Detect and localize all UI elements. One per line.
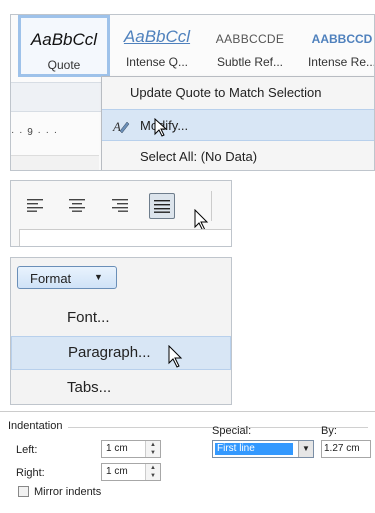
indentation-title: Indentation [8, 420, 63, 432]
align-left-icon [27, 199, 43, 212]
style-sample: AaBbCcl [30, 30, 98, 49]
menu-item-label: Update Quote to Match Selection [130, 85, 322, 100]
menu-item-tabs[interactable]: Tabs... [11, 372, 231, 404]
right-indent-value: 1 cm [106, 466, 128, 477]
style-sample: AABBCCDE [215, 32, 285, 46]
right-indent-spinner[interactable]: 1 cm ▲ ▼ [101, 463, 161, 481]
ruler: · · 9 · · · [11, 127, 59, 138]
left-indent-value: 1 cm [106, 443, 128, 454]
menu-item-label: Font... [67, 309, 110, 326]
special-value: First line [215, 443, 293, 455]
style-intense-quote[interactable]: AaBbCcl Intense Q... [114, 15, 200, 77]
left-indent-spinner[interactable]: 1 cm ▲ ▼ [101, 440, 161, 458]
menu-item-label: Tabs... [67, 379, 112, 396]
style-name: Subtle Ref... [216, 55, 284, 69]
by-label: By: [321, 425, 337, 437]
style-name: Intense Q... [125, 55, 189, 69]
alignment-panel [10, 180, 232, 247]
chevron-down-icon[interactable]: ▼ [298, 441, 313, 457]
spinner-arrows-icon[interactable]: ▲ ▼ [145, 441, 160, 457]
style-sample: AaBbCcl [123, 27, 191, 46]
align-right-button[interactable] [108, 193, 134, 219]
style-context-menu: Update Quote to Match Selection A Modify… [101, 76, 374, 170]
style-subtle-reference[interactable]: AABBCCDE Subtle Ref... [207, 15, 293, 77]
chevron-down-icon: ▼ [94, 272, 103, 282]
separator [211, 191, 212, 221]
format-button-label: Format [30, 271, 72, 286]
menu-item-label: Select All: (No Data) [140, 149, 258, 164]
justify-icon [154, 200, 170, 213]
mirror-indents-checkbox[interactable] [18, 486, 29, 497]
styles-gallery-panel: AaBbCcl Quote AaBbCcl Intense Q... AABBC… [10, 14, 375, 171]
mirror-indents-label: Mirror indents [34, 486, 102, 498]
document-area [19, 229, 231, 246]
mouse-cursor-icon [168, 345, 183, 368]
justify-button[interactable] [149, 193, 175, 219]
by-spinner[interactable]: 1.27 cm [321, 440, 371, 458]
by-value: 1.27 cm [324, 443, 360, 454]
format-menu-panel: Format ▼ Font... Paragraph... Tabs... [10, 257, 232, 405]
mouse-cursor-icon [154, 118, 168, 137]
spinner-arrows-icon[interactable]: ▲ ▼ [145, 464, 160, 480]
menu-item-paragraph[interactable]: Paragraph... [11, 336, 231, 370]
style-sample: AABBCCD [311, 32, 373, 46]
select-all-item[interactable]: Select All: (No Data) [102, 141, 374, 170]
ruler-bottom [11, 155, 99, 170]
menu-item-font[interactable]: Font... [11, 302, 231, 334]
modify-item[interactable]: A Modify... [102, 109, 374, 141]
align-center-icon [69, 199, 85, 212]
special-label: Special: [212, 425, 252, 437]
align-center-button[interactable] [65, 193, 91, 219]
svg-text:A: A [112, 119, 121, 134]
menu-item-label: Paragraph... [68, 344, 151, 361]
style-name: Quote [47, 58, 81, 72]
special-dropdown[interactable]: First line ▼ [212, 440, 314, 458]
update-quote-item[interactable]: Update Quote to Match Selection [102, 77, 374, 107]
style-name: Intense Re... [307, 55, 375, 69]
format-button[interactable]: Format ▼ [17, 266, 117, 289]
left-label: Left: [16, 444, 38, 456]
style-quote[interactable]: AaBbCcl Quote [18, 15, 110, 77]
align-right-icon [112, 199, 128, 212]
style-intense-reference[interactable]: AABBCCD Intense Re... [297, 15, 375, 77]
align-left-button[interactable] [23, 193, 49, 219]
right-label: Right: [16, 467, 45, 479]
modify-style-icon: A [112, 117, 130, 135]
